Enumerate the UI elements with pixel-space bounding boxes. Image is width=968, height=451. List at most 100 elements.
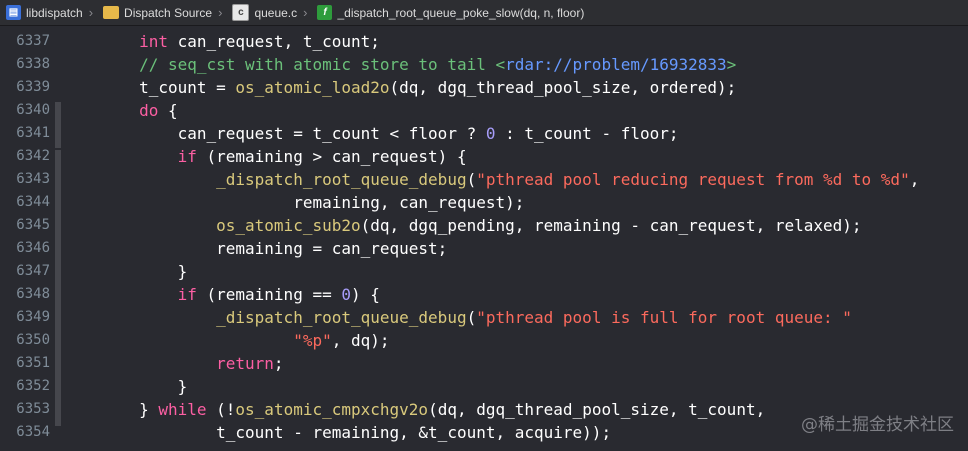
code-token: if bbox=[177, 147, 197, 166]
function-icon: f bbox=[317, 5, 333, 20]
breadcrumb-label: _dispatch_root_queue_poke_slow(dq, n, fl… bbox=[337, 5, 585, 20]
line-number: 6354 bbox=[16, 424, 50, 440]
code-folding-ribbon[interactable] bbox=[55, 150, 61, 426]
code-token: t_count - remaining, &t_count, acquire))… bbox=[62, 423, 612, 442]
code-token: (! bbox=[206, 400, 236, 419]
code-folding-ribbon[interactable] bbox=[55, 102, 61, 148]
line-number: 6345 bbox=[16, 217, 50, 233]
line-number: 6352 bbox=[16, 378, 50, 394]
line-number: 6353 bbox=[16, 401, 50, 417]
code-line: t_count = os_atomic_load2o(dq, dgq_threa… bbox=[62, 76, 736, 99]
code-token: int bbox=[139, 32, 168, 51]
line-number: 6343 bbox=[16, 171, 50, 187]
code-token: , bbox=[909, 170, 920, 189]
breadcrumb-file[interactable]: c queue.c bbox=[226, 4, 297, 21]
code-line: remaining, can_request); bbox=[62, 191, 524, 214]
line-number: 6339 bbox=[16, 79, 50, 95]
line-number: 6349 bbox=[16, 309, 50, 325]
code-token: // seq_cst with atomic store to tail < bbox=[139, 55, 506, 74]
code-line: if (remaining == 0) { bbox=[62, 283, 380, 306]
code-token: os_atomic_load2o bbox=[235, 78, 390, 97]
code-token: 0 bbox=[341, 285, 351, 304]
code-token: rdar://problem/16932833 bbox=[505, 55, 727, 74]
chevron-right-icon: › bbox=[218, 5, 223, 20]
code-token: (dq, dgq_thread_pool_size, t_count, bbox=[428, 400, 766, 419]
code-token: } bbox=[62, 400, 159, 419]
breadcrumb-function[interactable]: f _dispatch_root_queue_poke_slow(dq, n, … bbox=[311, 5, 584, 20]
code-token: if bbox=[177, 285, 197, 304]
code-token: return bbox=[216, 354, 274, 373]
code-line: if (remaining > can_request) { bbox=[62, 145, 467, 168]
code-token: ( bbox=[466, 308, 477, 327]
breadcrumb-label: Dispatch Source bbox=[124, 5, 213, 20]
code-line: os_atomic_sub2o(dq, dgq_pending, remaini… bbox=[62, 214, 862, 237]
code-token: while bbox=[158, 400, 207, 419]
code-token: (dq, dgq_thread_pool_size, ordered); bbox=[389, 78, 737, 97]
code-token: "pthread pool reducing request from %d t… bbox=[476, 170, 910, 189]
code-token: os_atomic_sub2o bbox=[216, 216, 361, 235]
code-line: do { bbox=[62, 99, 178, 122]
code-token: ; bbox=[273, 354, 284, 373]
line-number: 6351 bbox=[16, 355, 50, 371]
code-line: _dispatch_root_queue_debug("pthread pool… bbox=[62, 168, 919, 191]
code-token: "pthread pool is full for root queue: " bbox=[476, 308, 852, 327]
code-token: remaining = can_request; bbox=[62, 239, 448, 258]
code-token: (dq, dgq_pending, remaining - can_reques… bbox=[360, 216, 862, 235]
code-line: remaining = can_request; bbox=[62, 237, 447, 260]
code-token: _dispatch_root_queue_debug bbox=[216, 308, 467, 327]
line-number: 6350 bbox=[16, 332, 50, 348]
chevron-right-icon: › bbox=[303, 5, 308, 20]
watermark: @稀土掘金技术社区 bbox=[801, 415, 954, 435]
breadcrumb-group[interactable]: Dispatch Source bbox=[97, 6, 212, 20]
code-line: // seq_cst with atomic store to tail <rd… bbox=[62, 53, 736, 76]
code-token: can_request = t_count < floor ? bbox=[62, 124, 486, 143]
code-token: { bbox=[158, 101, 178, 120]
code-token: can_request, t_count; bbox=[167, 32, 380, 51]
breadcrumb-label: queue.c bbox=[254, 5, 298, 20]
code-line: "%p", dq); bbox=[62, 329, 390, 352]
code-line: can_request = t_count < floor ? 0 : t_co… bbox=[62, 122, 679, 145]
c-file-icon: c bbox=[232, 4, 250, 21]
line-number: 6340 bbox=[16, 102, 50, 118]
code-token: ) { bbox=[351, 285, 380, 304]
code-token: : t_count - floor; bbox=[495, 124, 679, 143]
source-editor[interactable]: int can_request, t_count; // seq_cst wit… bbox=[62, 26, 968, 451]
line-number: 6341 bbox=[16, 125, 50, 141]
line-number: 6337 bbox=[16, 33, 50, 49]
jump-bar: ▤ libdispatch › Dispatch Source › c queu… bbox=[0, 0, 968, 26]
breadcrumb-label: libdispatch bbox=[26, 5, 83, 20]
code-line: _dispatch_root_queue_debug("pthread pool… bbox=[62, 306, 852, 329]
code-token: (remaining == bbox=[196, 285, 342, 304]
code-token: "%p" bbox=[293, 331, 332, 350]
code-line: } while (!os_atomic_cmpxchgv2o(dq, dgq_t… bbox=[62, 398, 765, 421]
chevron-right-icon: › bbox=[88, 5, 94, 20]
line-number: 6348 bbox=[16, 286, 50, 302]
folder-icon bbox=[103, 6, 120, 19]
code-token: (remaining > can_request) { bbox=[196, 147, 467, 166]
code-token: > bbox=[726, 55, 737, 74]
code-token: os_atomic_cmpxchgv2o bbox=[235, 400, 429, 419]
code-line: t_count - remaining, &t_count, acquire))… bbox=[62, 421, 611, 444]
code-token: t_count = bbox=[62, 78, 236, 97]
code-token: _dispatch_root_queue_debug bbox=[216, 170, 467, 189]
line-number: 6342 bbox=[16, 148, 50, 164]
code-line: int can_request, t_count; bbox=[62, 30, 380, 53]
breadcrumb-project[interactable]: ▤ libdispatch bbox=[0, 5, 83, 20]
code-token: ( bbox=[466, 170, 477, 189]
code-line: } bbox=[62, 375, 188, 398]
code-line: } bbox=[62, 260, 188, 283]
code-token: remaining, can_request); bbox=[62, 193, 525, 212]
line-number-gutter[interactable]: 6337 6338 6339 6340 6341 6342 6343 6344 6345 6346… bbox=[0, 26, 62, 451]
line-number: 6338 bbox=[16, 56, 50, 72]
code-token: } bbox=[62, 262, 188, 281]
code-token: , dq); bbox=[331, 331, 390, 350]
